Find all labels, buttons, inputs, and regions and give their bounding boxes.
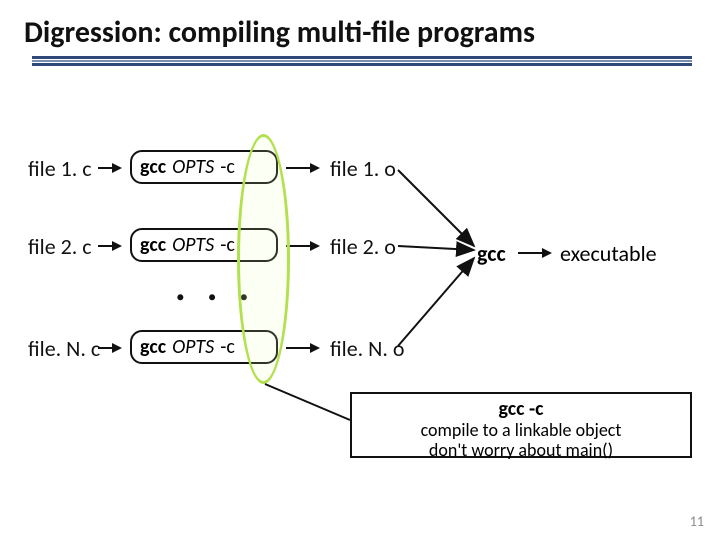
dash-c-flag: -c [220, 155, 235, 179]
opts-label: OPTS [172, 233, 214, 257]
gcc-label: gcc [140, 155, 166, 179]
executable-label: executable [560, 240, 657, 267]
title-rule-inner [32, 60, 692, 62]
arrow-icon [98, 167, 120, 169]
compile-diagram: file 1. c file 2. c file. N. c gcc OPTS … [0, 130, 720, 440]
linker-gcc-label: gcc [477, 240, 506, 267]
object-file-n: file. N. o [330, 335, 405, 362]
page-number: 11 [690, 513, 704, 530]
dash-c-callout: gcc -c compile to a linkable object don'… [350, 392, 692, 458]
callout-title: gcc -c [498, 397, 543, 421]
slide-title: Digression: compiling multi-file program… [24, 14, 535, 51]
source-file-1: file 1. c [28, 155, 92, 182]
dash-c-flag: -c [220, 233, 235, 257]
object-file-1: file 1. o [330, 155, 396, 182]
source-file-n: file. N. c [28, 335, 100, 362]
arrow-icon [286, 167, 318, 169]
arrow-icon [98, 347, 120, 349]
arrow-icon [286, 347, 318, 349]
dash-c-flag: -c [220, 335, 235, 359]
arrow-icon [286, 245, 318, 247]
gcc-label: gcc [140, 335, 166, 359]
object-file-2: file 2. o [330, 233, 396, 260]
source-file-2: file 2. c [28, 233, 92, 260]
arrow-icon [98, 245, 120, 247]
dash-c-highlight [237, 134, 290, 384]
opts-label: OPTS [172, 155, 214, 179]
arrow-icon [518, 252, 550, 254]
callout-line-1: compile to a linkable object [358, 421, 684, 441]
callout-line-2: don't worry about main() [358, 441, 684, 461]
gcc-label: gcc [140, 233, 166, 257]
opts-label: OPTS [172, 335, 214, 359]
